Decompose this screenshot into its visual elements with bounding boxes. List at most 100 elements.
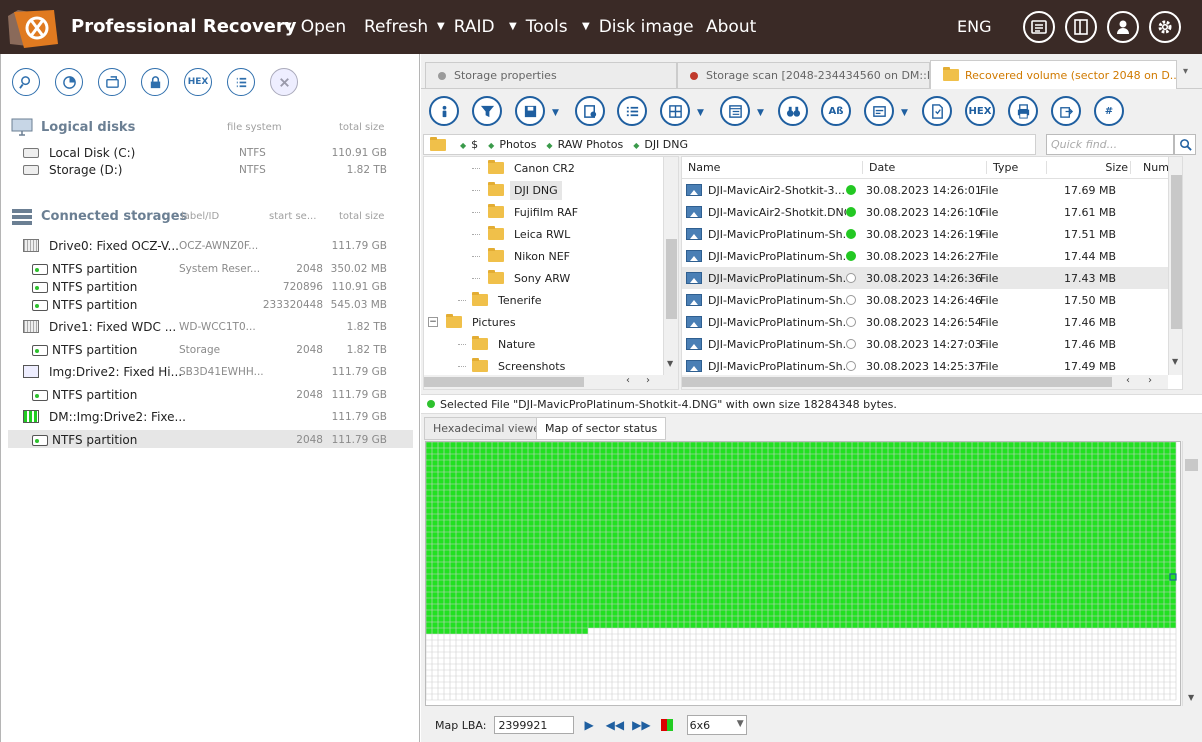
storage-item[interactable]: NTFS partition (52, 298, 137, 312)
menu-raid[interactable]: ▼ RAID (437, 17, 495, 37)
logical-disk-item[interactable]: Storage (D:) (49, 163, 122, 177)
col-num[interactable]: Num (1130, 161, 1170, 174)
search-button[interactable] (12, 68, 40, 96)
language-selector[interactable]: ENG (957, 17, 991, 36)
breadcrumb-item[interactable]: Photos (499, 138, 536, 151)
columns-dropdown-icon[interactable]: ▼ (757, 108, 764, 118)
panel-toggle-button[interactable] (1065, 11, 1097, 43)
tree-item[interactable]: Tenerife (424, 289, 678, 311)
quick-find-input[interactable]: Quick find... (1046, 134, 1174, 155)
open-file-button[interactable] (922, 96, 952, 126)
preview-dropdown-icon[interactable]: ▼ (901, 108, 908, 118)
col-date[interactable]: Date (862, 161, 986, 174)
col-name[interactable]: Name (682, 161, 862, 174)
file-row[interactable]: DJI-MavicProPlatinum-Sh... 30.08.2023 14… (682, 245, 1182, 267)
tab-hex-viewer[interactable]: Hexadecimal viewer (424, 417, 554, 440)
tree-item[interactable]: Nikon NEF (424, 245, 678, 267)
close-button[interactable] (270, 68, 298, 96)
file-row[interactable]: DJI-MavicAir2-Shotkit.DNG 30.08.2023 14:… (682, 201, 1182, 223)
files-horizontal-scrollbar[interactable]: ‹ › (682, 375, 1168, 389)
file-row[interactable]: DJI-MavicProPlatinum-Sh... 30.08.2023 14… (682, 223, 1182, 245)
file-row[interactable]: DJI-MavicAir2-Shotkit-3.... 30.08.2023 1… (682, 179, 1182, 201)
storage-item[interactable]: Img:Drive2: Fixed Hi... (49, 365, 182, 379)
tree-item[interactable]: Screenshots (424, 355, 678, 377)
create-image-button[interactable] (98, 68, 126, 96)
sector-grid[interactable] (426, 442, 1180, 705)
tree-item[interactable]: − Pictures (424, 311, 678, 333)
tab-recovered-volume[interactable]: Recovered volume (sector 2048 on D... (930, 60, 1177, 89)
tab-storage-properties[interactable]: Storage properties (425, 62, 677, 88)
tree-item[interactable]: DJI DNG (424, 179, 678, 201)
quick-find-button[interactable] (1174, 134, 1196, 155)
case-button[interactable]: Aß (821, 96, 851, 126)
columns-button[interactable] (720, 96, 750, 126)
log-button[interactable] (1023, 11, 1055, 43)
hex-view-button[interactable]: HEX (965, 96, 995, 126)
tree-item[interactable]: Fujifilm RAF (424, 201, 678, 223)
map-lba-input[interactable]: 2399921 (494, 716, 575, 734)
cell-size-select[interactable]: 6x6 ▼ (686, 715, 747, 735)
collapse-icon[interactable]: − (428, 317, 438, 327)
tree-item[interactable]: Leica RWL (424, 223, 678, 245)
map-vertical-scrollbar[interactable]: ▼ (1182, 441, 1200, 706)
settings-button[interactable] (1149, 11, 1181, 43)
hash-button[interactable]: # (1094, 96, 1124, 126)
file-row[interactable]: DJI-MavicProPlatinum-Sh... 30.08.2023 14… (682, 355, 1182, 377)
storage-item[interactable]: NTFS partition (52, 343, 137, 357)
rewind-icon[interactable]: ◀◀ (606, 718, 624, 732)
file-info-button[interactable] (429, 96, 459, 126)
breadcrumb-item[interactable]: $ (471, 138, 478, 151)
hex-button[interactable]: HEX (184, 68, 212, 96)
view-dropdown-icon[interactable]: ▼ (697, 108, 704, 118)
storage-item[interactable]: NTFS partition (52, 433, 137, 447)
tab-storage-scan[interactable]: Storage scan [2048-234434560 on DM::Im..… (677, 62, 930, 88)
export-button[interactable] (1051, 96, 1081, 126)
tree-item[interactable]: Nature (424, 333, 678, 355)
select-list-button[interactable] (617, 96, 647, 126)
storage-item[interactable]: Drive1: Fixed WDC ... (49, 320, 176, 334)
print-button[interactable] (1008, 96, 1038, 126)
storage-item[interactable]: NTFS partition (52, 280, 137, 294)
menu-tools[interactable]: ▼ Tools (509, 17, 568, 37)
tree-vertical-scrollbar[interactable]: ▼ (663, 157, 678, 375)
find-button[interactable] (778, 96, 808, 126)
logical-disk-item[interactable]: Local Disk (C:) (49, 146, 135, 160)
file-row[interactable]: DJI-MavicProPlatinum-Sh... 30.08.2023 14… (682, 289, 1182, 311)
grid-view-icon (668, 104, 682, 118)
save-button[interactable] (515, 96, 545, 126)
menu-about[interactable]: About (706, 17, 756, 37)
tabs-menu-icon[interactable]: ▾ (1183, 66, 1188, 77)
breadcrumb-item[interactable]: RAW Photos (558, 138, 624, 151)
file-name: DJI-MavicProPlatinum-Sh... (708, 337, 846, 351)
tab-sector-map[interactable]: Map of sector status (536, 417, 667, 440)
file-row[interactable]: DJI-MavicProPlatinum-Sh... 30.08.2023 14… (682, 311, 1182, 333)
scan-button[interactable] (55, 68, 83, 96)
fast-forward-icon[interactable]: ▶▶ (632, 718, 650, 732)
save-settings-button[interactable] (575, 96, 605, 126)
legend-icon[interactable] (660, 719, 673, 731)
storage-item[interactable]: NTFS partition (52, 388, 137, 402)
file-row[interactable]: DJI-MavicProPlatinum-Sh... 30.08.2023 14… (682, 333, 1182, 355)
play-icon[interactable]: ▶ (584, 718, 593, 732)
menu-disk-image[interactable]: ▼ Disk image (582, 17, 694, 37)
tree-item[interactable]: Sony ARW (424, 267, 678, 289)
breadcrumb-item[interactable]: DJI DNG (644, 138, 688, 151)
user-button[interactable] (1107, 11, 1139, 43)
col-type[interactable]: Type (986, 161, 1046, 174)
lock-button[interactable] (141, 68, 169, 96)
properties-button[interactable] (227, 68, 255, 96)
menu-refresh[interactable]: Refresh (364, 17, 428, 37)
save-dropdown-icon[interactable]: ▼ (552, 108, 559, 118)
files-vertical-scrollbar[interactable]: ▼ (1168, 157, 1182, 375)
filter-button[interactable] (472, 96, 502, 126)
tree-item[interactable]: Canon CR2 (424, 157, 678, 179)
col-size[interactable]: Size (1046, 161, 1130, 174)
storage-item[interactable]: NTFS partition (52, 262, 137, 276)
preview-button[interactable] (864, 96, 894, 126)
file-row[interactable]: DJI-MavicProPlatinum-Sh... 30.08.2023 14… (682, 267, 1182, 289)
menu-open[interactable]: ▼ Open (284, 17, 346, 37)
view-mode-button[interactable] (660, 96, 690, 126)
storage-item[interactable]: DM::Img:Drive2: Fixe... (49, 410, 186, 424)
storage-item[interactable]: Drive0: Fixed OCZ-V... (49, 239, 179, 253)
tree-horizontal-scrollbar[interactable]: ‹ › (424, 375, 678, 389)
